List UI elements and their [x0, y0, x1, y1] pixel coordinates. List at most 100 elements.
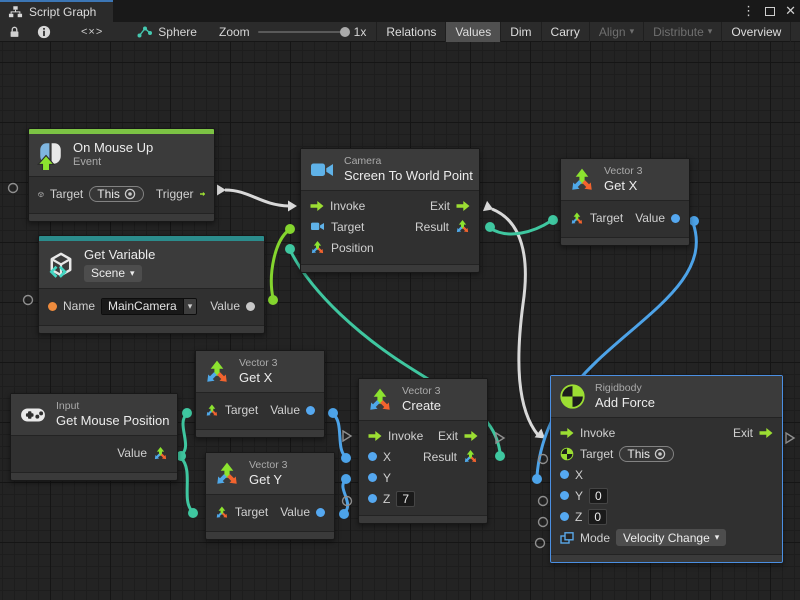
node-get-x-top[interactable]: Vector 3 Get X Target Value [560, 158, 690, 246]
connection-exit-to-addforce-invoke[interactable] [483, 201, 549, 443]
float-input-port[interactable] [560, 470, 569, 479]
object-output-port[interactable] [246, 302, 255, 311]
node-footer [11, 472, 177, 480]
float-input-port[interactable] [560, 512, 569, 521]
connection-mousepos-to-gety-target[interactable] [181, 458, 198, 518]
flow-input-port[interactable] [368, 430, 382, 442]
values-button[interactable]: Values [445, 22, 500, 42]
vector3-port-icon[interactable] [455, 219, 470, 234]
fullscreen-button[interactable]: Full Screen [790, 22, 800, 42]
vector3-port-icon[interactable] [215, 505, 229, 520]
node-create-vector3[interactable]: Vector 3 Create Invoke Exit X Result [358, 378, 488, 524]
maximize-icon[interactable] [765, 7, 775, 16]
port-label-y: Y [575, 489, 583, 503]
port-indicator[interactable] [24, 296, 33, 305]
port-label-name: Name [63, 299, 95, 313]
flow-input-port[interactable] [560, 427, 574, 439]
mode-dropdown[interactable]: Velocity Change ▾ [616, 529, 726, 546]
chevron-down-icon: ▾ [708, 26, 713, 37]
camera-port-icon[interactable] [310, 220, 325, 233]
port-indicator[interactable] [536, 539, 545, 548]
node-screen-to-world-point[interactable]: Camera Screen To World Point Invoke Exit… [300, 148, 480, 273]
variable-scope-dropdown[interactable]: Scene ▾ [84, 265, 142, 282]
port-indicator[interactable] [343, 431, 351, 441]
port-label-value: Value [280, 505, 310, 519]
connection-mousepos-to-getx-target[interactable] [176, 408, 192, 461]
z-value-field[interactable]: 0 [588, 509, 607, 525]
title-bar: Script Graph ⋮ ✕ [0, 0, 800, 22]
float-input-port[interactable] [560, 491, 569, 500]
flow-output-port[interactable] [456, 200, 470, 212]
port-indicator[interactable] [539, 497, 548, 506]
node-footer [561, 237, 689, 245]
float-input-port[interactable] [368, 494, 377, 503]
float-input-port[interactable] [368, 452, 377, 461]
flow-input-port[interactable] [310, 200, 324, 212]
y-value-field[interactable]: 0 [589, 488, 608, 504]
connection-trigger-to-invoke[interactable] [217, 185, 297, 212]
zoom-slider-handle[interactable] [340, 27, 350, 37]
info-icon [37, 25, 51, 39]
align-button[interactable]: Align ▾ [589, 22, 643, 42]
node-on-mouse-up[interactable]: On Mouse Up Event Target This Trigger [28, 128, 215, 222]
node-add-force[interactable]: Rigidbody Add Force Invoke Exit Target T… [550, 375, 783, 563]
dim-button[interactable]: Dim [500, 22, 540, 42]
vector3-port-icon[interactable] [310, 240, 325, 255]
info-button[interactable] [29, 22, 59, 42]
port-label-target: Target [331, 220, 364, 234]
enum-port-icon[interactable] [560, 532, 574, 544]
close-icon[interactable]: ✕ [785, 0, 796, 22]
graph-canvas[interactable]: On Mouse Up Event Target This Trigger [0, 42, 800, 600]
flow-output-port[interactable] [200, 188, 206, 200]
target-this-field[interactable]: This [89, 186, 144, 202]
flow-output-port[interactable] [464, 430, 478, 442]
float-output-port[interactable] [316, 508, 325, 517]
node-footer [39, 325, 264, 333]
node-title: Add Force [595, 395, 655, 411]
tab-script-graph[interactable]: Script Graph [0, 0, 113, 22]
zoom-value: 1x [354, 25, 367, 39]
connection-variable-to-target[interactable] [268, 224, 295, 305]
connection-result-to-getx-target[interactable] [485, 215, 558, 234]
port-label-value: Value [270, 403, 300, 417]
gameobject-icon [38, 187, 44, 202]
overview-button[interactable]: Overview [721, 22, 790, 42]
port-label-exit: Exit [733, 426, 753, 440]
relations-button[interactable]: Relations [376, 22, 445, 42]
mode-value: Velocity Change [623, 531, 710, 545]
node-get-variable[interactable]: Get Variable Scene ▾ Name MainCamera ▾ V… [38, 235, 265, 334]
port-indicator[interactable] [786, 433, 794, 443]
node-header: Vector 3 Get Y [206, 453, 334, 495]
vector3-output-port[interactable] [463, 449, 478, 464]
variable-name-dropdown[interactable]: MainCamera ▾ [101, 298, 197, 315]
carry-button[interactable]: Carry [541, 22, 589, 42]
target-this-field[interactable]: This [619, 446, 674, 462]
distribute-button[interactable]: Distribute ▾ [643, 22, 721, 42]
flow-output-port[interactable] [759, 427, 773, 439]
breadcrumb[interactable]: Sphere [125, 25, 209, 39]
node-category: Rigidbody [595, 382, 655, 395]
node-category: Vector 3 [604, 165, 643, 178]
vector3-port-icon[interactable] [205, 403, 219, 418]
vector3-output-port[interactable] [153, 446, 168, 461]
float-input-port[interactable] [368, 473, 377, 482]
string-port[interactable] [48, 302, 57, 311]
lock-button[interactable] [0, 22, 29, 42]
zoom-to-fit-button[interactable]: <×> [59, 22, 125, 42]
node-title: Get Mouse Position [56, 413, 169, 429]
float-output-port[interactable] [671, 214, 680, 223]
float-output-port[interactable] [306, 406, 315, 415]
node-category: Input [56, 400, 169, 413]
node-get-y[interactable]: Vector 3 Get Y Target Value [205, 452, 335, 540]
rigidbody-port-icon[interactable] [560, 447, 574, 461]
port-indicator[interactable] [9, 184, 18, 193]
menu-icon[interactable]: ⋮ [742, 0, 755, 22]
node-get-x-mid[interactable]: Vector 3 Get X Target Value [195, 350, 325, 438]
vector3-icon [214, 461, 240, 487]
port-indicator[interactable] [539, 518, 548, 527]
z-value-field[interactable]: 7 [396, 491, 415, 507]
node-get-mouse-position[interactable]: Input Get Mouse Position Value [10, 393, 178, 481]
zoom-slider[interactable] [258, 31, 346, 33]
port-label-invoke: Invoke [330, 199, 365, 213]
vector3-port-icon[interactable] [570, 211, 584, 226]
